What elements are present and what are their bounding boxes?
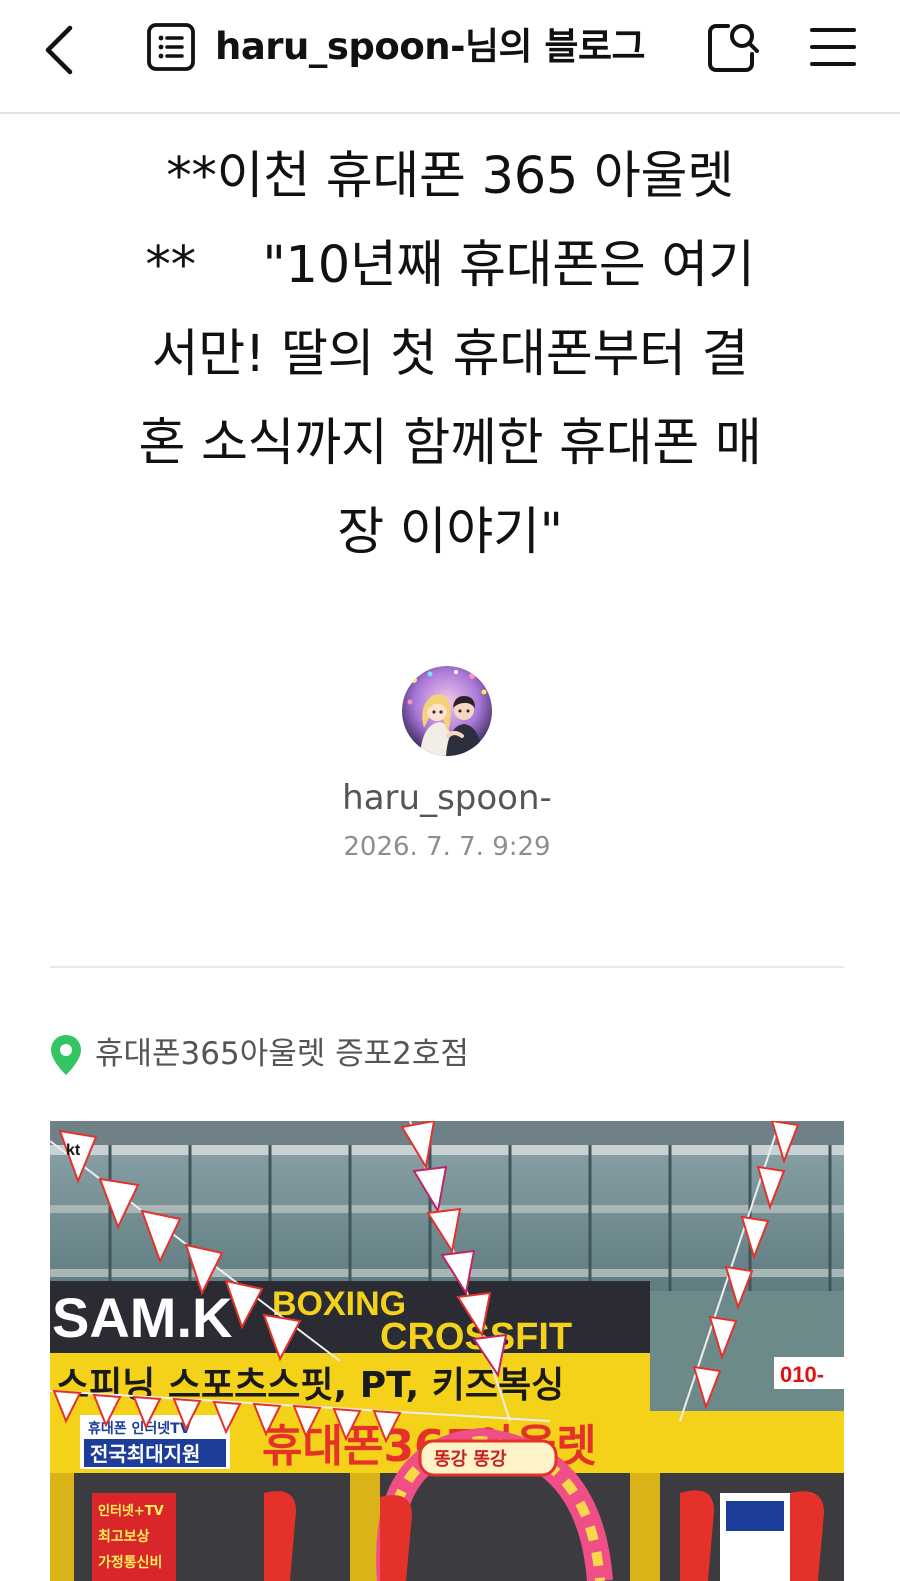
store-sign-big: 전국최대지원 (90, 1442, 200, 1466)
author-avatar[interactable] (402, 666, 492, 756)
banner-left-line: 최고보상 (98, 1529, 150, 1545)
phone-sign: 010- (780, 1362, 824, 1387)
divider (50, 966, 844, 968)
post-title-line: 서만! 딸의 첫 휴대폰부터 결 (151, 325, 749, 384)
post-title-line: **이천 휴대폰 365 아울렛 (166, 147, 734, 206)
store-photo[interactable]: SAM.K BOXING CROSSFIT 스피닝 스포츠스핏, PT, 키즈복… (50, 1121, 844, 1581)
menu-hamburger-icon[interactable] (808, 24, 858, 70)
avatar-illustration (402, 666, 492, 756)
flag-kt-text: kt (66, 1142, 81, 1159)
blog-list-icon[interactable] (146, 22, 196, 72)
gym-brand-text: SAM.K (52, 1286, 232, 1349)
banner-left-line: 가정통신비 (98, 1554, 162, 1571)
gym-sub-sign: 스피닝 스포츠스핏, PT, 키즈복싱 (56, 1365, 564, 1406)
author-name[interactable]: haru_spoon- (0, 773, 894, 823)
store-sign-small: 휴대폰 인터넷TV (88, 1420, 191, 1437)
post-date: 2026. 7. 7. 9:29 (343, 832, 551, 862)
banner-left-line: 인터넷+TV (98, 1503, 164, 1519)
location-link[interactable]: 휴대폰365아울렛 증포2호점 (95, 1030, 469, 1078)
post-title: **이천 휴대폰 365 아울렛 ** "10년째 휴대폰은 여기 서만! 딸의… (40, 132, 860, 577)
location-pin-icon (51, 1035, 81, 1075)
post-title-line: ** "10년째 휴대폰은 여기 (145, 236, 755, 295)
blog-title[interactable]: haru_spoon-님의 블로그 (215, 22, 646, 72)
post-title-line: 혼 소식까지 함께한 휴대폰 매 (138, 414, 762, 473)
store-front-illustration: SAM.K BOXING CROSSFIT 스피닝 스포츠스핏, PT, 키즈복… (50, 1121, 844, 1581)
balloon-arch-text: 똥강 똥강 (434, 1449, 507, 1470)
search-icon[interactable] (706, 20, 762, 74)
top-navigation-bar: haru_spoon-님의 블로그 (0, 0, 900, 114)
back-arrow-icon[interactable] (38, 22, 82, 78)
post-title-line: 장 이야기" (337, 503, 563, 562)
